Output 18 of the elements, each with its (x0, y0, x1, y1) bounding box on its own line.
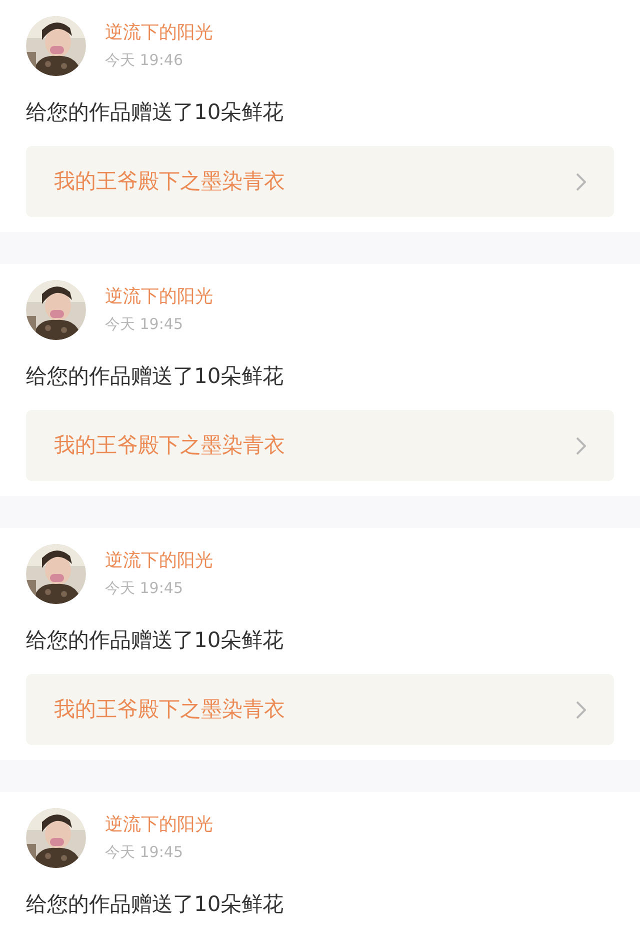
chevron-right-icon (576, 172, 586, 190)
timestamp: 今天 19:46 (105, 50, 184, 71)
timestamp: 今天 19:45 (105, 578, 184, 599)
work-link[interactable]: 我的王爷殿下之墨染青衣 (26, 146, 614, 217)
message-text: 给您的作品赠送了10朵鲜花 (26, 627, 285, 654)
work-link[interactable]: 我的王爷殿下之墨染青衣 (26, 410, 614, 481)
timestamp: 今天 19:45 (105, 842, 184, 863)
chevron-right-icon (576, 700, 586, 718)
message-text: 给您的作品赠送了10朵鲜花 (26, 363, 285, 390)
timestamp: 今天 19:45 (105, 314, 184, 335)
work-link[interactable]: 我的王爷殿下之墨染青衣 (26, 674, 614, 745)
message-text: 给您的作品赠送了10朵鲜花 (26, 891, 285, 918)
user-name[interactable]: 逆流下的阳光 (105, 549, 213, 573)
chevron-right-icon (576, 436, 586, 454)
user-name[interactable]: 逆流下的阳光 (105, 285, 213, 309)
message-text: 给您的作品赠送了10朵鲜花 (26, 99, 285, 126)
user-name[interactable]: 逆流下的阳光 (105, 21, 213, 45)
user-name[interactable]: 逆流下的阳光 (105, 813, 213, 837)
